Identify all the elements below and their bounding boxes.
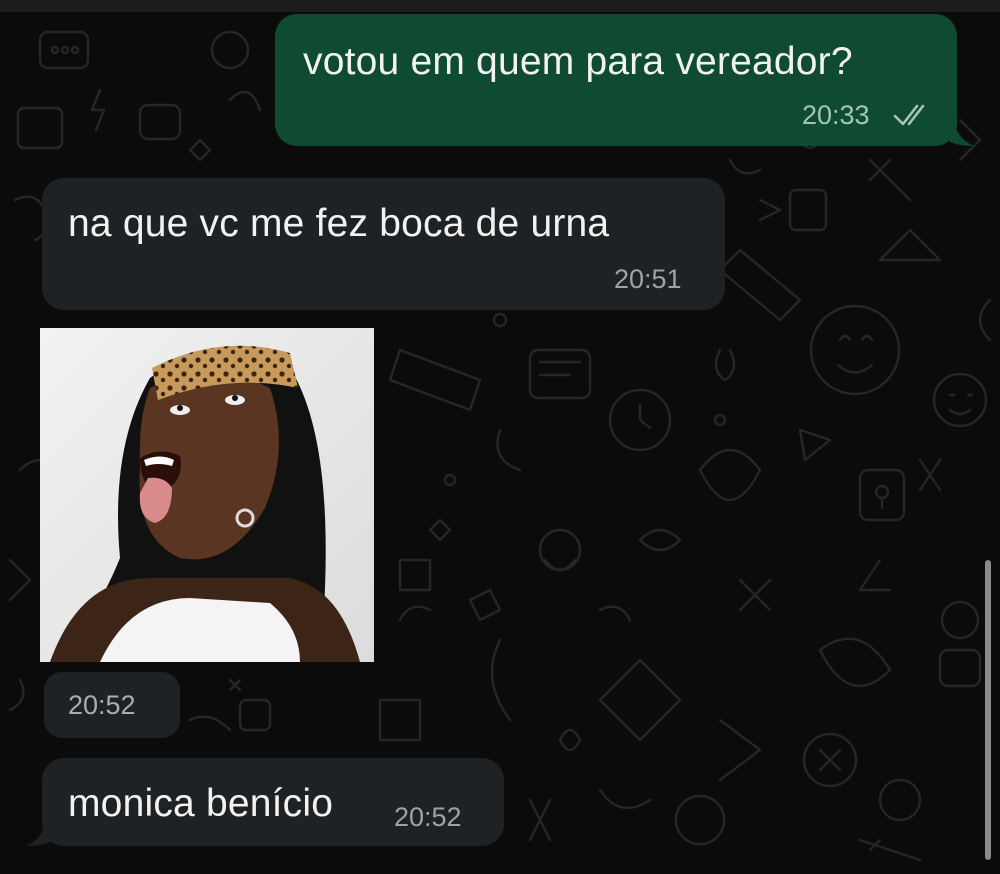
outgoing-message-bubble[interactable]: votou em quem para vereador? 20:33 [275, 14, 957, 146]
sticker-image[interactable] [40, 328, 374, 662]
incoming-bubble-tail [26, 808, 50, 846]
message-text: na que vc me fez boca de urna [68, 202, 610, 245]
sticker-woman-headband-illustration [40, 328, 374, 662]
message-timestamp: 20:33 [802, 100, 870, 130]
incoming-message-bubble[interactable]: na que vc me fez boca de urna 20:51 [42, 178, 725, 310]
message-text: monica benício [68, 782, 334, 825]
sticker-timestamp-pill: 20:52 [44, 672, 180, 738]
message-timestamp: 20:52 [394, 802, 462, 832]
incoming-message-bubble[interactable]: monica benício 20:52 [42, 758, 504, 846]
message-timestamp: 20:51 [614, 264, 682, 294]
message-timestamp: 20:52 [68, 690, 136, 720]
outgoing-bubble-tail [950, 108, 974, 146]
read-double-check-icon [893, 104, 925, 126]
scrollbar[interactable] [985, 560, 991, 860]
message-text: votou em quem para vereador? [303, 40, 853, 83]
top-bar [0, 0, 1000, 12]
